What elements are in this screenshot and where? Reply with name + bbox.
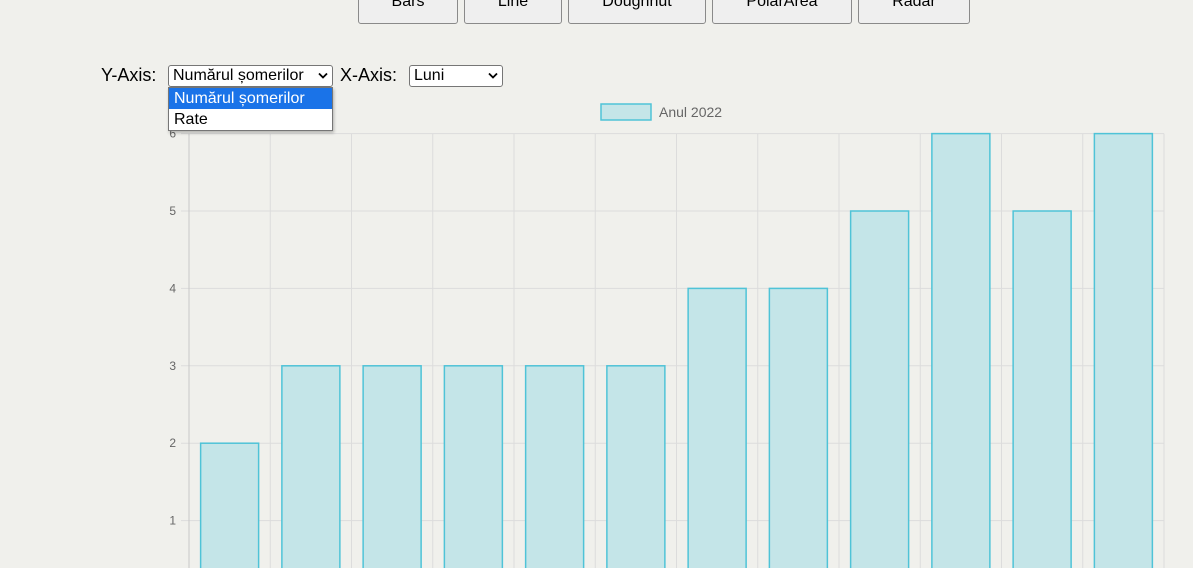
y-tick-label: 5 bbox=[169, 204, 176, 218]
y-tick-label: 3 bbox=[169, 359, 176, 373]
y-axis-dropdown-list: Numărul șomerilor Rate bbox=[168, 87, 333, 131]
legend-label: Anul 2022 bbox=[659, 104, 722, 120]
bar-8 bbox=[768, 287, 829, 568]
y-tick-label: 1 bbox=[169, 514, 176, 528]
bar-6 bbox=[606, 365, 666, 568]
bar-9 bbox=[849, 210, 910, 568]
legend-swatch bbox=[600, 103, 652, 121]
y-tick-label: 4 bbox=[169, 281, 176, 295]
bar-10 bbox=[931, 132, 991, 568]
bar-2 bbox=[281, 365, 341, 568]
bar-1 bbox=[199, 442, 260, 568]
bar-12 bbox=[1093, 132, 1154, 568]
y-axis-option-rate[interactable]: Rate bbox=[169, 109, 332, 130]
bar-chart: 123456Anul 2022 bbox=[169, 103, 1165, 568]
bar-4 bbox=[443, 365, 504, 568]
bar-11 bbox=[1012, 210, 1072, 568]
page: Bars Line Doughnut PolarArea Radar Y-Axi… bbox=[0, 0, 1193, 568]
bar-3 bbox=[362, 365, 422, 568]
bar-7 bbox=[687, 287, 747, 568]
y-axis-option-numarul-somerilor[interactable]: Numărul șomerilor bbox=[169, 88, 332, 109]
y-tick-label: 2 bbox=[169, 436, 176, 450]
bar-5 bbox=[524, 365, 585, 568]
